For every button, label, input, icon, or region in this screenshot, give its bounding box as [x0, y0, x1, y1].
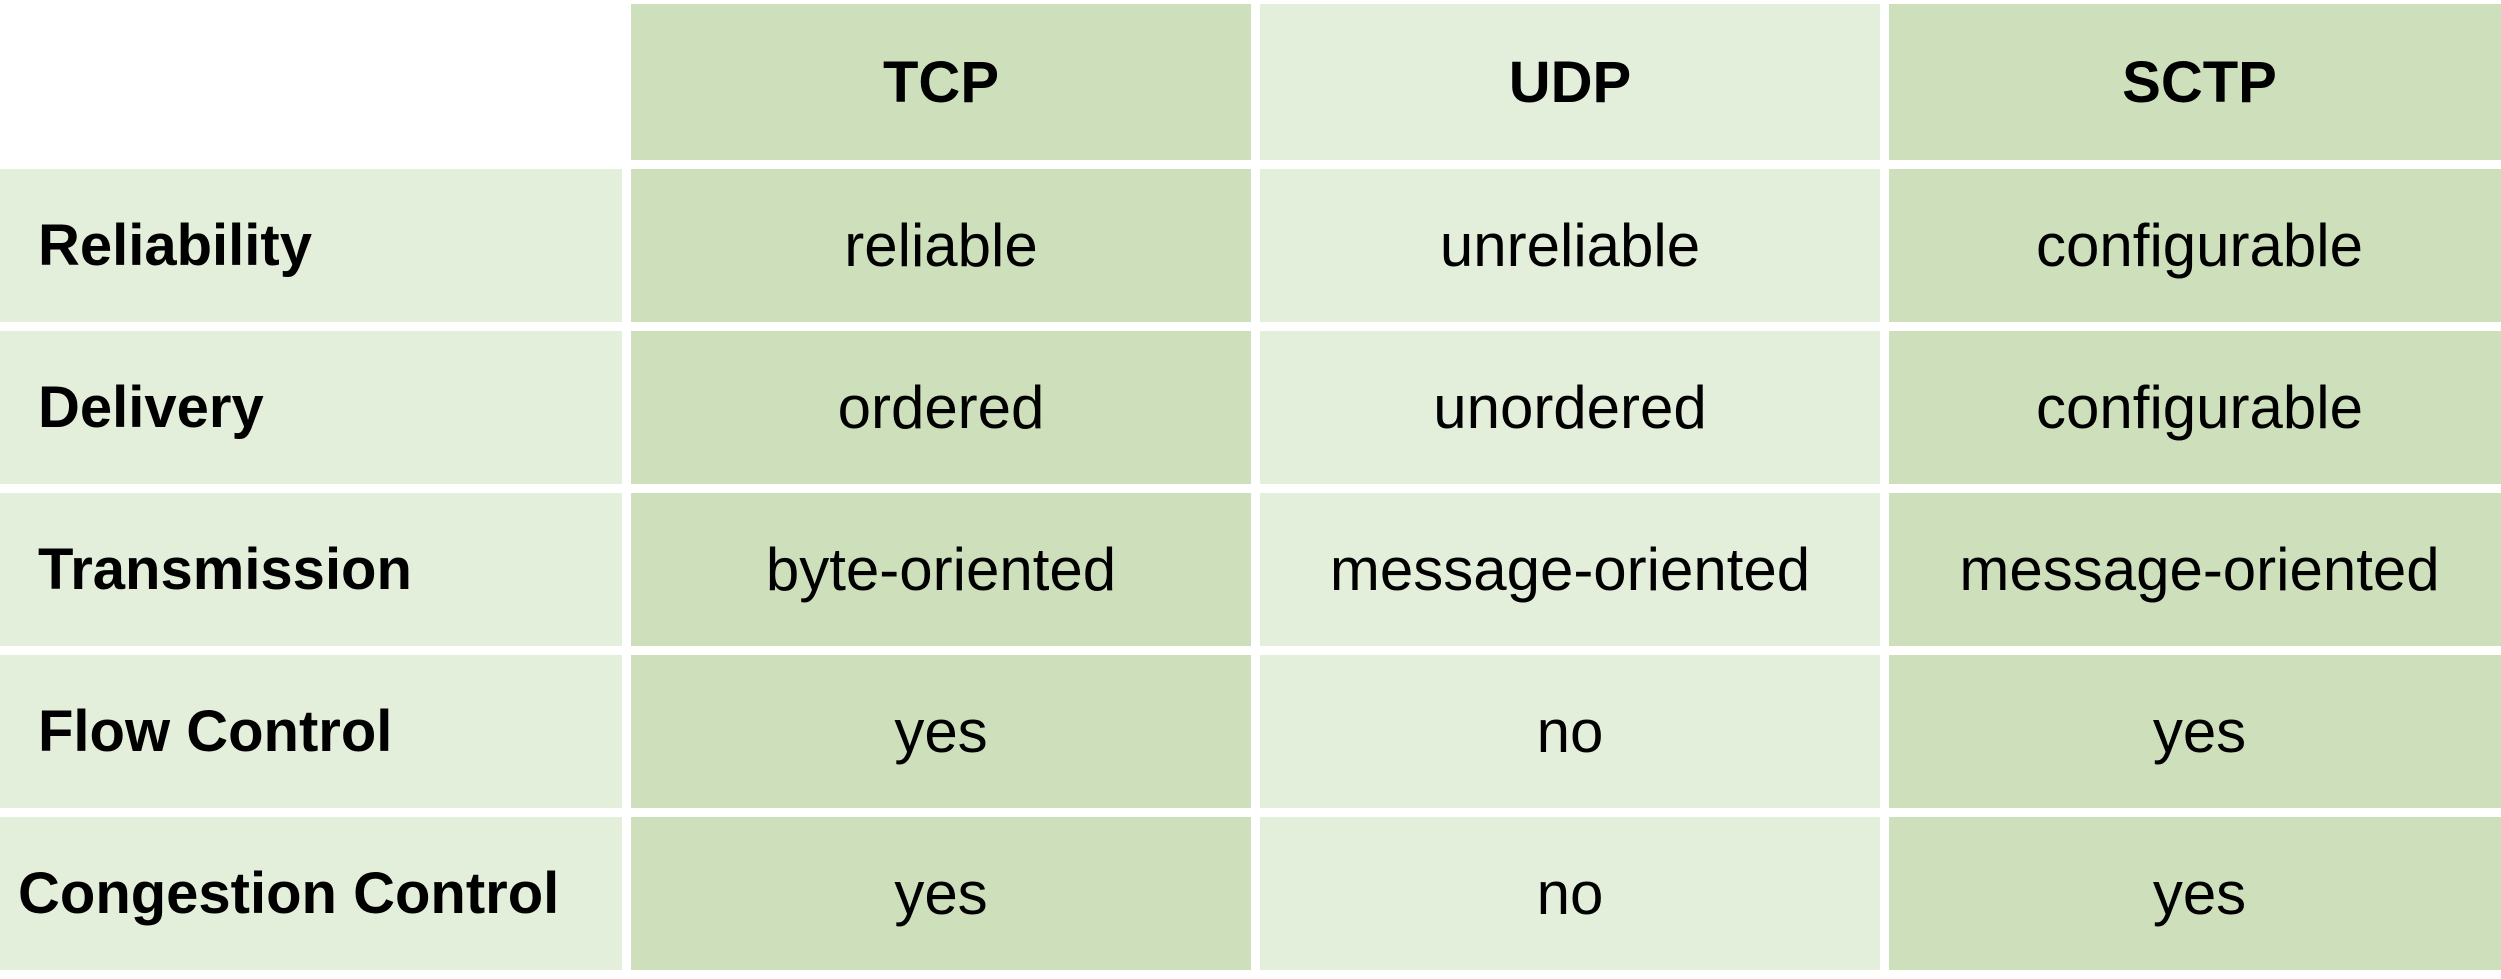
row-label: Delivery — [0, 331, 622, 484]
cell-tcp: ordered — [631, 331, 1251, 484]
column-header-sctp: SCTP — [1889, 4, 2501, 160]
cell-udp: message-oriented — [1260, 493, 1880, 646]
corner-cell — [0, 4, 622, 160]
cell-tcp: yes — [631, 655, 1251, 808]
cell-sctp: yes — [1889, 817, 2501, 970]
row-label: Flow Control — [0, 655, 622, 808]
cell-tcp: reliable — [631, 169, 1251, 322]
protocol-comparison-table: TCP UDP SCTP Reliability reliable unreliab… — [0, 4, 2501, 970]
cell-udp: no — [1260, 655, 1880, 808]
row-label: Transmission — [0, 493, 622, 646]
cell-sctp: yes — [1889, 655, 2501, 808]
cell-sctp: message-oriented — [1889, 493, 2501, 646]
column-header-udp: UDP — [1260, 4, 1880, 160]
row-label: Reliability — [0, 169, 622, 322]
cell-sctp: configurable — [1889, 331, 2501, 484]
cell-tcp: yes — [631, 817, 1251, 970]
cell-udp: unordered — [1260, 331, 1880, 484]
row-label: Congestion Control — [0, 817, 622, 970]
cell-udp: unreliable — [1260, 169, 1880, 322]
cell-udp: no — [1260, 817, 1880, 970]
cell-sctp: configurable — [1889, 169, 2501, 322]
cell-tcp: byte-oriented — [631, 493, 1251, 646]
column-header-tcp: TCP — [631, 4, 1251, 160]
